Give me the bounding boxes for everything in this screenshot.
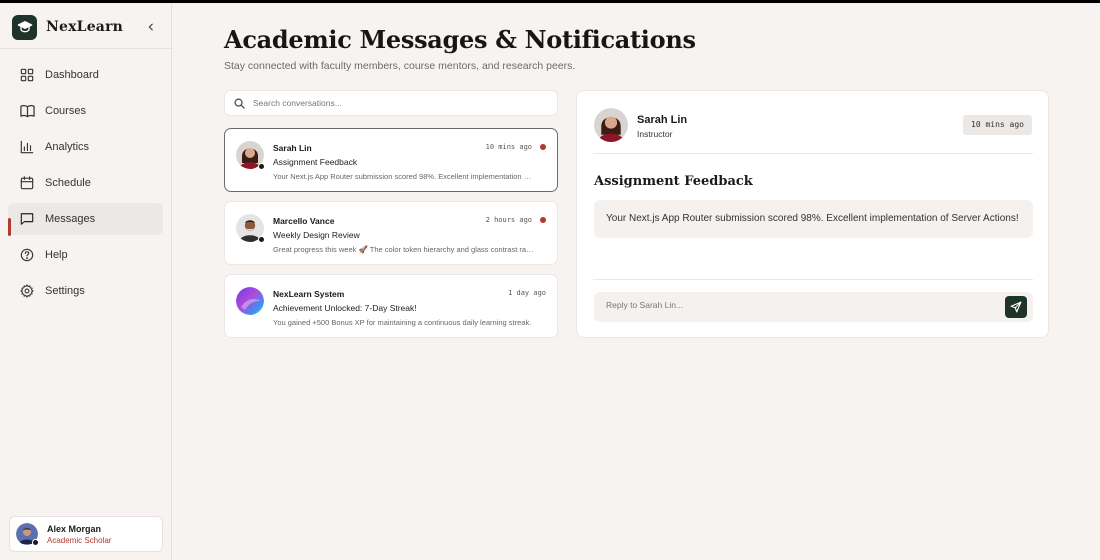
brand: NexLearn bbox=[12, 14, 162, 40]
message-detail-panel: Sarah Lin Instructor 10 mins ago Assignm… bbox=[576, 90, 1049, 338]
help-icon bbox=[19, 247, 35, 263]
send-button[interactable] bbox=[1005, 296, 1027, 318]
avatar bbox=[594, 108, 628, 142]
conversation-list: Sarah Lin 10 mins ago Assignment Feedbac… bbox=[224, 128, 558, 347]
conversation-time: 1 day ago bbox=[508, 289, 546, 297]
conversation-sender: NexLearn System bbox=[273, 289, 345, 299]
reply-input[interactable] bbox=[606, 300, 986, 310]
detail-sender-role: Instructor bbox=[637, 129, 673, 139]
search-icon bbox=[234, 98, 245, 109]
graduation-cap-icon bbox=[12, 14, 37, 40]
sidebar-item-courses[interactable]: Courses bbox=[8, 95, 163, 127]
sidebar-item-help[interactable]: Help bbox=[8, 239, 163, 271]
conversation-sender: Sarah Lin bbox=[273, 143, 312, 153]
page-title: Academic Messages & Notifications bbox=[224, 25, 696, 54]
avatar bbox=[16, 523, 39, 546]
sidebar-item-label: Settings bbox=[45, 285, 85, 297]
brand-name: NexLearn bbox=[46, 19, 124, 35]
conversation-preview: Great progress this week 🚀 The color tok… bbox=[273, 245, 535, 254]
sidebar-nav: Dashboard Courses Analytics Schedule Mes… bbox=[8, 59, 163, 311]
user-profile-card[interactable]: Alex Morgan Academic Scholar bbox=[9, 516, 163, 552]
gear-icon bbox=[19, 283, 35, 299]
sidebar-item-schedule[interactable]: Schedule bbox=[8, 167, 163, 199]
detail-time-badge: 10 mins ago bbox=[963, 115, 1032, 135]
sidebar-item-analytics[interactable]: Analytics bbox=[8, 131, 163, 163]
sidebar-item-messages[interactable]: Messages bbox=[8, 203, 163, 236]
user-name: Alex Morgan bbox=[47, 523, 102, 534]
avatar bbox=[236, 214, 265, 243]
system-avatar bbox=[236, 287, 264, 315]
sidebar-item-settings[interactable]: Settings bbox=[8, 275, 163, 307]
user-role: Academic Scholar bbox=[47, 535, 112, 545]
reply-divider bbox=[593, 279, 1033, 280]
send-icon bbox=[1010, 301, 1022, 313]
online-status-dot bbox=[258, 236, 265, 243]
sidebar: NexLearn Dashboard Courses Analytics Sch… bbox=[0, 3, 172, 560]
conversation-time: 10 mins ago bbox=[485, 143, 532, 151]
unread-indicator bbox=[540, 144, 546, 150]
message-icon bbox=[19, 211, 35, 227]
conversation-subject: Weekly Design Review bbox=[273, 230, 360, 240]
conversation-sender: Marcello Vance bbox=[273, 216, 335, 226]
sidebar-item-label: Analytics bbox=[45, 141, 90, 153]
bar-chart-icon bbox=[19, 139, 35, 155]
unread-indicator bbox=[540, 217, 546, 223]
conversation-subject: Assignment Feedback bbox=[273, 157, 358, 167]
sidebar-item-label: Messages bbox=[45, 213, 96, 225]
sidebar-item-label: Courses bbox=[45, 105, 86, 117]
conversation-subject: Achievement Unlocked: 7-Day Streak! bbox=[273, 303, 417, 313]
message-body: Your Next.js App Router submission score… bbox=[594, 200, 1033, 238]
sidebar-item-label: Schedule bbox=[45, 177, 91, 189]
conversation-time: 2 hours ago bbox=[485, 216, 532, 224]
calendar-icon bbox=[19, 175, 35, 191]
reply-box bbox=[594, 292, 1033, 322]
brand-divider bbox=[0, 48, 171, 49]
page-subtitle: Stay connected with faculty members, cou… bbox=[224, 60, 576, 72]
sidebar-item-dashboard[interactable]: Dashboard bbox=[8, 59, 163, 91]
conversation-item[interactable]: Marcello Vance 2 hours ago Weekly Design… bbox=[224, 201, 558, 265]
search-input[interactable] bbox=[253, 98, 543, 108]
detail-sender-name: Sarah Lin bbox=[637, 114, 688, 126]
collapse-sidebar-button[interactable] bbox=[142, 18, 160, 36]
header-divider bbox=[593, 153, 1033, 154]
conversation-preview: You gained +500 Bonus XP for maintaining… bbox=[273, 318, 532, 327]
conversation-preview: Your Next.js App Router submission score… bbox=[273, 172, 535, 181]
online-status-dot bbox=[258, 163, 265, 170]
online-status-dot bbox=[32, 539, 39, 546]
sidebar-item-label: Dashboard bbox=[45, 69, 99, 81]
sidebar-item-label: Help bbox=[45, 249, 68, 261]
book-icon bbox=[19, 103, 35, 119]
grid-icon bbox=[19, 67, 35, 83]
conversation-item[interactable]: Sarah Lin 10 mins ago Assignment Feedbac… bbox=[224, 128, 558, 192]
search-box[interactable] bbox=[224, 90, 558, 116]
chevron-left-icon bbox=[148, 23, 153, 31]
detail-subject: Assignment Feedback bbox=[594, 174, 753, 189]
avatar bbox=[236, 141, 265, 170]
conversation-item[interactable]: NexLearn System 1 day ago Achievement Un… bbox=[224, 274, 558, 338]
